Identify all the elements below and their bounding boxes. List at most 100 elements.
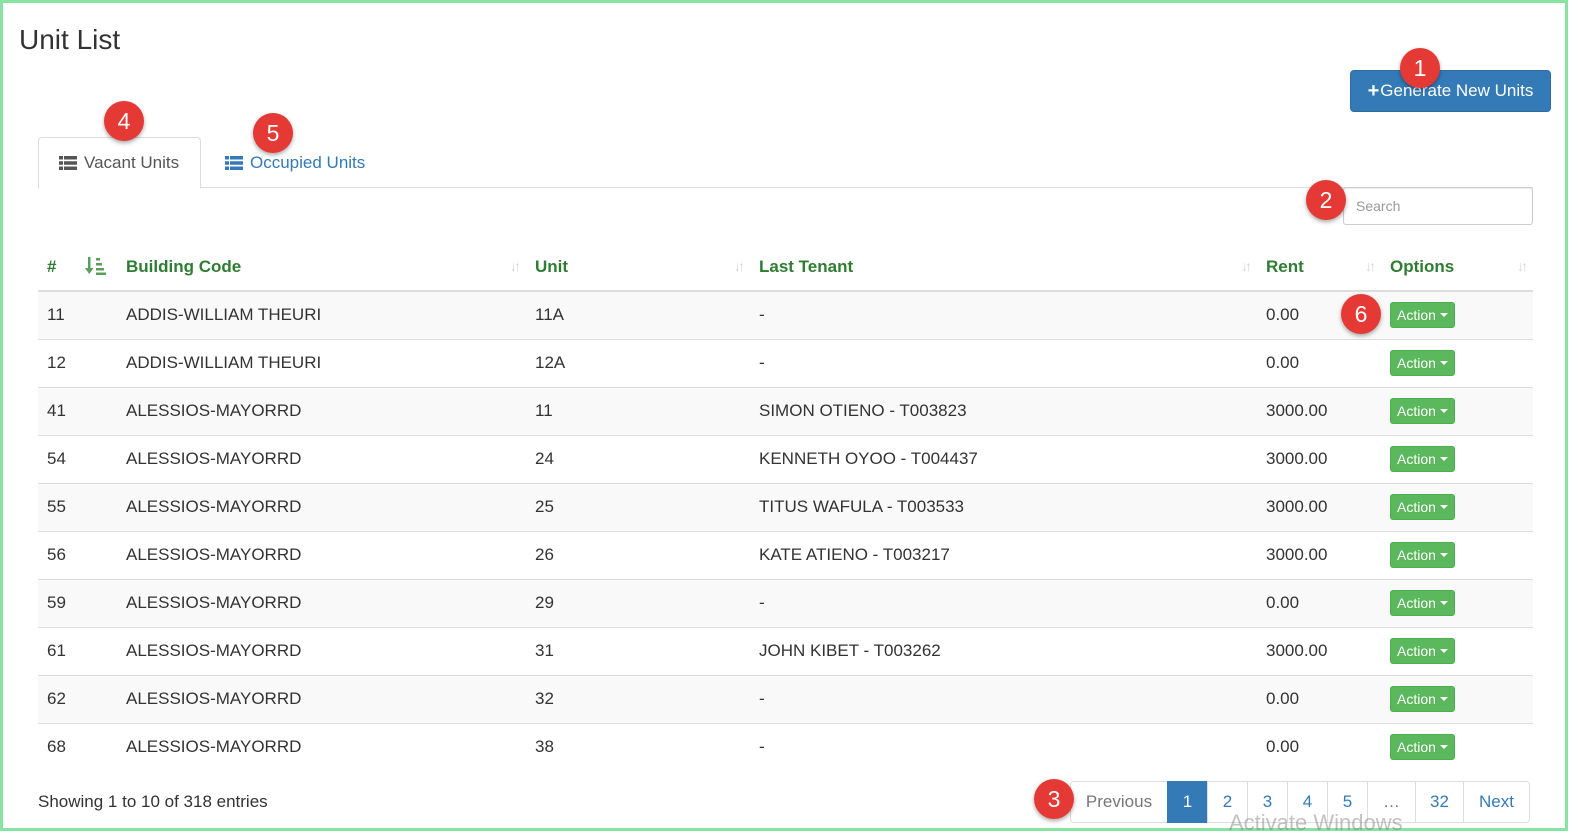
row-number: 12 [38, 338, 117, 387]
action-label: Action [1397, 547, 1436, 563]
sort-icon: ↓↑ [510, 258, 521, 274]
pagination-page-last[interactable]: 32 [1415, 781, 1464, 823]
pagination-next[interactable]: Next [1463, 781, 1530, 823]
action-label: Action [1397, 595, 1436, 611]
rent-cell: 3000.00 [1257, 482, 1381, 531]
table-row: 54 ALESSIOS-MAYORRD 24 KENNETH OYOO - T0044… [38, 434, 1533, 483]
options-cell: Action [1381, 482, 1533, 531]
table-row: 12 ADDIS-WILLIAM THEURI 12A -0.00 Action [38, 338, 1533, 387]
units-table: # Building Code ↓↑ Unit ↓↑ Last Tenant ↓… [38, 243, 1533, 771]
caret-down-icon [1439, 745, 1448, 750]
action-label: Action [1397, 643, 1436, 659]
last-tenant-cell: SIMON OTIENO - T003823 [750, 386, 1257, 435]
plus-icon: + [1367, 79, 1380, 102]
action-dropdown-button[interactable]: Action [1390, 686, 1455, 712]
last-tenant-cell: KENNETH OYOO - T004437 [750, 434, 1257, 483]
row-number: 59 [38, 578, 117, 627]
generate-new-units-label: Generate New Units [1380, 81, 1534, 100]
rent-cell: 0.00 [1257, 578, 1381, 627]
building-code-cell: ALESSIOS-MAYORRD [117, 722, 526, 771]
action-dropdown-button[interactable]: Action [1390, 734, 1455, 761]
unit-cell: 11 [526, 386, 750, 435]
table-row: 61 ALESSIOS-MAYORRD 31 JOHN KIBET - T003262… [38, 626, 1533, 675]
caret-down-icon [1439, 697, 1448, 701]
options-cell: Action [1381, 674, 1533, 723]
action-dropdown-button[interactable]: Action [1390, 590, 1455, 616]
column-header-unit[interactable]: Unit ↓↑ [526, 243, 750, 292]
rent-cell: 3000.00 [1257, 530, 1381, 579]
rent-cell: 3000.00 [1257, 626, 1381, 675]
table-row: 11 ADDIS-WILLIAM THEURI 11A -0.00 Action [38, 291, 1533, 339]
action-dropdown-button[interactable]: Action [1390, 350, 1455, 376]
unit-cell: 11A [535, 305, 564, 325]
action-dropdown-button[interactable]: Action [1390, 446, 1455, 472]
last-tenant-cell: - [750, 338, 1257, 387]
building-code-cell: ALESSIOS-MAYORRD [117, 674, 526, 723]
unit-cell: 25 [526, 482, 750, 531]
building-code-cell: ALESSIOS-MAYORRD [117, 434, 526, 483]
table-row: 41 ALESSIOS-MAYORRD 11 SIMON OTIENO - T0038… [38, 386, 1533, 435]
building-code-cell: ALESSIOS-MAYORRD [117, 530, 526, 579]
caret-down-icon [1439, 601, 1448, 605]
table-row: 62 ALESSIOS-MAYORRD 32-0.00 Action [38, 674, 1533, 723]
building-code-cell: ALESSIOS-MAYORRD [117, 626, 526, 675]
options-cell: Action [1381, 434, 1533, 483]
action-dropdown-button[interactable]: Action [1390, 398, 1455, 424]
action-dropdown-button[interactable]: Action [1390, 302, 1455, 329]
generate-new-units-button[interactable]: + Generate New Units [1350, 70, 1551, 112]
unit-cell: 32 [526, 674, 750, 723]
options-cell: Action [1381, 338, 1533, 387]
pagination-page[interactable]: 1 [1167, 781, 1208, 823]
unit-cell: 31 [526, 626, 750, 675]
action-label: Action [1397, 739, 1436, 756]
options-cell: Action [1381, 722, 1533, 771]
list-icon [59, 156, 77, 170]
search-input[interactable] [1343, 187, 1533, 225]
rent-cell: 0.00 [1257, 722, 1381, 771]
action-dropdown-button[interactable]: Action [1390, 638, 1455, 664]
table-row: 68 ALESSIOS-MAYORRD 38-0.00 Action [38, 722, 1533, 771]
column-header-last-tenant[interactable]: Last Tenant ↓↑ [750, 243, 1257, 292]
action-dropdown-button[interactable]: Action [1390, 542, 1455, 568]
column-header-rent[interactable]: Rent ↓↑ [1257, 243, 1381, 292]
row-number: 41 [38, 386, 117, 435]
action-dropdown-button[interactable]: Action [1390, 494, 1455, 520]
rent-cell: 0.00 [1257, 674, 1381, 723]
options-cell: Action [1381, 386, 1533, 435]
row-number: 68 [38, 722, 117, 771]
last-tenant-cell: - [750, 578, 1257, 627]
sort-icon: ↓↑ [1365, 258, 1376, 274]
column-header-number[interactable]: # [38, 243, 117, 292]
column-header-options[interactable]: Options ↓↑ [1381, 243, 1533, 292]
last-tenant-cell: - [750, 674, 1257, 723]
callout-badge-1: 1 [1400, 48, 1440, 88]
caret-down-icon [1439, 553, 1448, 557]
caret-down-icon [1439, 361, 1448, 365]
callout-badge-4: 4 [104, 101, 144, 141]
unit-cell: 29 [526, 578, 750, 627]
tab-occupied-units-label: Occupied Units [250, 152, 366, 172]
page-title: Unit List [19, 24, 121, 55]
last-tenant-cell: - [750, 722, 1257, 771]
rent-cell: 0.00 [1257, 338, 1381, 387]
row-number: 55 [38, 482, 117, 531]
pagination-previous[interactable]: Previous [1070, 781, 1168, 823]
row-number: 61 [38, 626, 117, 675]
action-label: Action [1397, 307, 1436, 324]
building-code-cell: ADDIS-WILLIAM THEURI [126, 305, 322, 325]
building-code-cell: ADDIS-WILLIAM THEURI [117, 338, 526, 387]
column-header-building-code[interactable]: Building Code ↓↑ [117, 243, 526, 292]
tab-vacant-units[interactable]: Vacant Units [38, 137, 201, 189]
callout-badge-2: 2 [1306, 180, 1346, 220]
table-row: 56 ALESSIOS-MAYORRD 26 KATE ATIENO - T00321… [38, 530, 1533, 579]
action-label: Action [1397, 451, 1436, 467]
tab-vacant-units-label: Vacant Units [84, 153, 180, 172]
unit-cell: 26 [526, 530, 750, 579]
caret-down-icon [1439, 505, 1448, 509]
unit-cell: 24 [526, 434, 750, 483]
callout-badge-6: 6 [1341, 294, 1381, 334]
callout-badge-5: 5 [253, 113, 293, 153]
tab-occupied-units[interactable]: Occupied Units [205, 137, 385, 188]
sort-icon: ↓↑ [734, 258, 745, 274]
rent-cell: 3000.00 [1257, 386, 1381, 435]
